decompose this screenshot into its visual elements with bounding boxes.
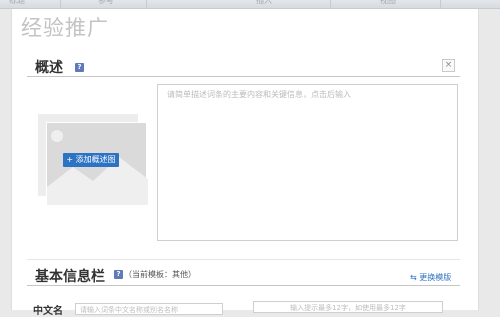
tab-reference[interactable]: 参考 bbox=[98, 0, 114, 9]
help-icon[interactable]: ? bbox=[114, 270, 123, 279]
section-divider bbox=[27, 76, 460, 77]
tab-divider bbox=[440, 0, 441, 9]
close-icon[interactable]: × bbox=[442, 59, 455, 72]
tab-title[interactable]: 标题 bbox=[9, 0, 25, 9]
help-icon[interactable]: ? bbox=[75, 63, 84, 72]
page-title: 经验推广 bbox=[21, 16, 109, 40]
tab-insert[interactable]: 插入 bbox=[256, 0, 272, 9]
basic-info-section-title: 基本信息栏 bbox=[35, 269, 105, 285]
add-summary-image-button[interactable]: + 添加概述图 bbox=[63, 153, 119, 167]
section-divider bbox=[27, 259, 460, 260]
tab-divider bbox=[330, 0, 331, 9]
overview-section-title: 概述 bbox=[35, 60, 63, 76]
top-tab-bar: 标题 参考 插入 视图 bbox=[0, 0, 500, 9]
info-field-input[interactable]: 输入提示最多12字，如使用最多12字 bbox=[253, 301, 443, 313]
current-template-note: （当前模板：其他） bbox=[124, 270, 196, 279]
switch-template-label: 更换模版 bbox=[419, 273, 452, 282]
tab-view[interactable]: 视图 bbox=[380, 0, 396, 9]
section-divider bbox=[27, 285, 460, 286]
switch-template-link[interactable]: ⇆ 更换模版 bbox=[410, 272, 451, 283]
tab-divider bbox=[60, 0, 61, 9]
tab-divider bbox=[146, 0, 147, 9]
chinese-name-input[interactable]: 请输入词条中文名称或别名名称 bbox=[75, 303, 223, 315]
summary-textarea[interactable]: 请简单描述词条的主要内容和关键信息，点击后输入 bbox=[157, 84, 458, 241]
swap-icon: ⇆ bbox=[410, 273, 417, 282]
